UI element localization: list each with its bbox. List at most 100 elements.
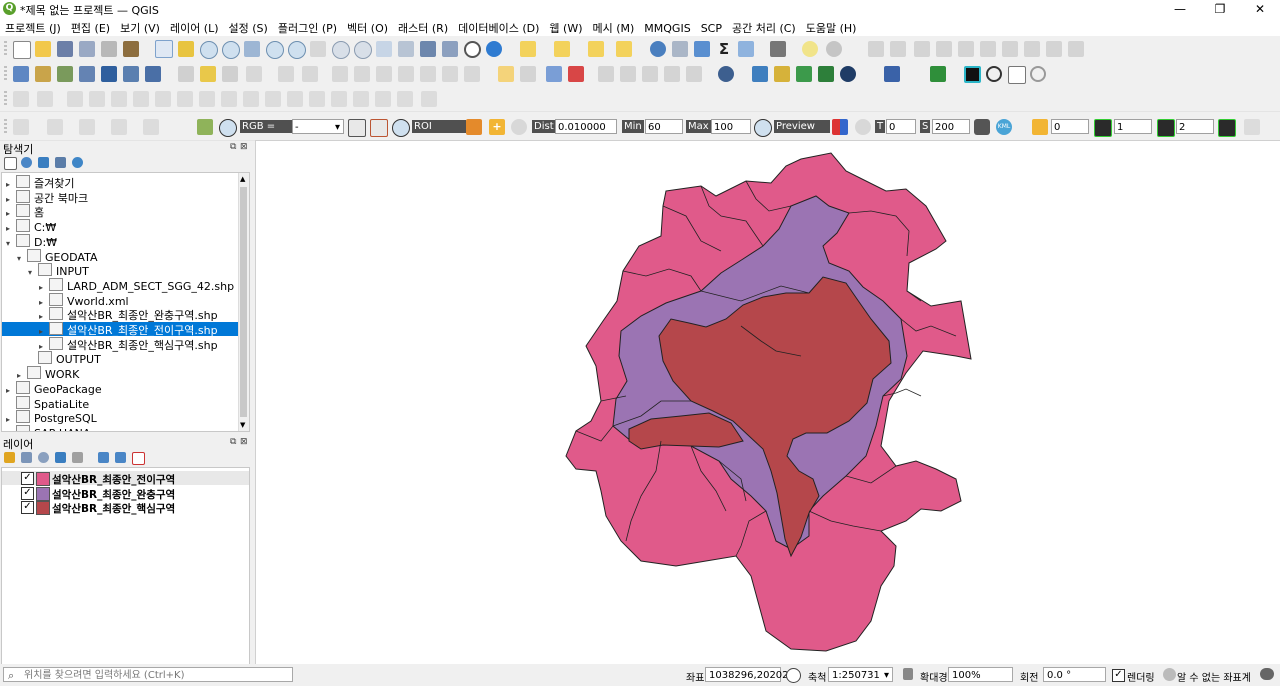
- expand-arrow-icon[interactable]: ▸: [6, 180, 16, 189]
- map-canvas[interactable]: [255, 140, 1280, 665]
- add-wms-layer-icon[interactable]: [145, 66, 161, 82]
- scp-add-roi-icon[interactable]: +: [489, 119, 505, 135]
- minimize-button[interactable]: —: [1160, 0, 1200, 18]
- label-tool-2-icon[interactable]: [890, 41, 906, 57]
- scp-roi-draw-icon[interactable]: [466, 119, 482, 135]
- label-properties-icon[interactable]: [686, 66, 702, 82]
- band-input-3[interactable]: 2: [1176, 119, 1214, 134]
- layer-color-swatch[interactable]: [36, 486, 50, 501]
- digitizing-tool-19-icon[interactable]: [421, 91, 437, 107]
- plugin-earth-icon[interactable]: [840, 66, 856, 82]
- expand-arrow-icon[interactable]: ▸: [39, 298, 49, 307]
- expand-arrow-icon[interactable]: ▾: [17, 254, 27, 263]
- zoom-native-icon[interactable]: [310, 41, 326, 57]
- expand-arrow-icon[interactable]: ▸: [6, 415, 16, 424]
- browser-item[interactable]: OUTPUT: [2, 351, 238, 366]
- label-tool-4-icon[interactable]: [936, 41, 952, 57]
- expand-arrow-icon[interactable]: ▸: [39, 312, 49, 321]
- style-layer-icon[interactable]: [4, 452, 15, 463]
- undo-icon[interactable]: [420, 66, 436, 82]
- edit-extra-icon[interactable]: [464, 66, 480, 82]
- scp-next-1-icon[interactable]: [1094, 119, 1112, 137]
- pan-to-selection-icon[interactable]: [178, 41, 194, 57]
- show-bookmarks-icon[interactable]: [442, 41, 458, 57]
- statistics-sigma-icon[interactable]: Σ: [716, 41, 732, 57]
- digitizing-tool-10-icon[interactable]: [221, 91, 237, 107]
- scp-dock-icon[interactable]: [964, 66, 981, 83]
- label-tool-5-icon[interactable]: [958, 41, 974, 57]
- messages-icon[interactable]: [1260, 668, 1274, 680]
- scp-next-3-icon[interactable]: [1218, 119, 1236, 137]
- expand-arrow-icon[interactable]: ▸: [6, 224, 16, 233]
- s-input[interactable]: 200: [932, 119, 970, 134]
- label-layer-icon[interactable]: [520, 66, 536, 82]
- save-edits-icon[interactable]: [222, 66, 238, 82]
- digitizing-tool-14-icon[interactable]: [309, 91, 325, 107]
- browser-scrollbar[interactable]: ▲ ▼: [238, 173, 249, 431]
- layer-visibility-checkbox[interactable]: ✓: [21, 501, 34, 514]
- browser-item[interactable]: SpatiaLite: [2, 395, 238, 411]
- render-checkbox[interactable]: ✓: [1112, 669, 1125, 682]
- expand-arrow-icon[interactable]: ▸: [39, 342, 49, 351]
- scp-redo-roi-icon[interactable]: [511, 119, 527, 135]
- scp-band-set-icon[interactable]: [197, 119, 213, 135]
- browser-item[interactable]: ▸ 설악산BR_최종안_핵심구역.shp: [2, 336, 238, 352]
- menu-edit[interactable]: 편집 (E): [66, 18, 115, 36]
- menu-processing[interactable]: 공간 처리 (C): [727, 18, 801, 36]
- zoom-selection-icon[interactable]: [266, 41, 284, 59]
- browser-item[interactable]: ▸ Vworld.xml: [2, 292, 238, 308]
- add-mesh-layer-icon[interactable]: [101, 66, 117, 82]
- save-as-icon[interactable]: [79, 41, 95, 57]
- properties-icon[interactable]: [72, 157, 83, 168]
- digitizing-tool-6-icon[interactable]: [133, 91, 149, 107]
- zoom-layer-icon[interactable]: [288, 41, 306, 59]
- zoom-next-icon[interactable]: [354, 41, 372, 59]
- layers-float-icon[interactable]: ⧉: [230, 437, 236, 447]
- menu-raster[interactable]: 래스터 (R): [393, 18, 453, 36]
- add-raster-layer-icon[interactable]: [79, 66, 95, 82]
- browser-close-icon[interactable]: ⊠: [240, 142, 248, 152]
- shape-tool-1-icon[interactable]: [13, 119, 29, 135]
- browser-item[interactable]: ▾ INPUT: [2, 263, 238, 278]
- expand-arrow-icon[interactable]: ▾: [28, 268, 38, 277]
- refresh-icon[interactable]: [486, 41, 502, 57]
- deselect-icon[interactable]: [588, 41, 604, 57]
- menu-scp[interactable]: SCP: [696, 20, 727, 35]
- manage-themes-icon[interactable]: [38, 452, 49, 463]
- browser-item[interactable]: ▾ D:₩: [2, 233, 238, 249]
- scp-redo-preview-icon[interactable]: [855, 119, 871, 135]
- scrollbar-thumb[interactable]: [240, 187, 247, 417]
- label-rotate-icon[interactable]: [664, 66, 680, 82]
- add-vector-layer-icon[interactable]: [57, 66, 73, 82]
- toolbar-grip[interactable]: [4, 41, 7, 56]
- zoom-last-icon[interactable]: [332, 41, 350, 59]
- open-attribute-table-icon[interactable]: [672, 41, 688, 57]
- select-location-icon[interactable]: [616, 41, 632, 57]
- digitizing-tool-16-icon[interactable]: [353, 91, 369, 107]
- digitizing-tool-5-icon[interactable]: [111, 91, 127, 107]
- scp-rgb-2-icon[interactable]: [370, 119, 388, 137]
- maximize-button[interactable]: ❐: [1200, 0, 1240, 18]
- shape-tool-4-icon[interactable]: [111, 119, 127, 135]
- help-icon[interactable]: [884, 66, 900, 82]
- min-input[interactable]: 60: [645, 119, 683, 134]
- toolbar-grip[interactable]: [4, 119, 7, 134]
- digitize-icon[interactable]: [246, 66, 262, 82]
- shape-tool-2-icon[interactable]: [47, 119, 63, 135]
- delete-selected-icon[interactable]: [332, 66, 348, 82]
- label-tool-8-icon[interactable]: [1024, 41, 1040, 57]
- plugin-tiles-icon[interactable]: [796, 66, 812, 82]
- shape-tool-3-icon[interactable]: [79, 119, 95, 135]
- menu-view[interactable]: 보기 (V): [115, 18, 165, 36]
- expand-all-icon[interactable]: [98, 452, 109, 463]
- rgb-combo[interactable]: - ▾: [292, 119, 344, 134]
- digitizing-tool-17-icon[interactable]: [375, 91, 391, 107]
- label-change-icon[interactable]: [568, 66, 584, 82]
- browser-item[interactable]: ▸ 설악산BR_최종안_전이구역.shp: [2, 322, 238, 337]
- browser-item[interactable]: ▸ 홈: [2, 204, 238, 219]
- browser-item[interactable]: ▸ PostgreSQL: [2, 410, 238, 425]
- identify-icon[interactable]: [650, 41, 666, 57]
- zoom-in-icon[interactable]: [200, 41, 218, 59]
- digitizing-tool-12-icon[interactable]: [265, 91, 281, 107]
- select-features-icon[interactable]: [520, 41, 536, 57]
